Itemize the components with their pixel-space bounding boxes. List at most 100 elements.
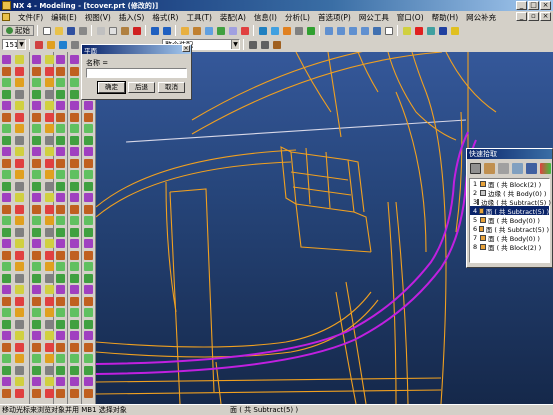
tool-icon[interactable]: [70, 55, 79, 64]
tool-icon[interactable]: [45, 388, 54, 398]
fit-icon[interactable]: [257, 25, 268, 36]
tool-icon[interactable]: [32, 273, 41, 283]
tool-icon[interactable]: [32, 342, 41, 352]
tool-icon[interactable]: [2, 147, 11, 156]
tool-icon[interactable]: [45, 319, 54, 329]
tool-icon[interactable]: [84, 147, 93, 156]
tool-icon[interactable]: [2, 273, 11, 283]
new-icon[interactable]: [41, 25, 52, 36]
tool-icon[interactable]: [32, 319, 41, 329]
tool-icon[interactable]: [70, 170, 79, 179]
tool-icon[interactable]: [45, 342, 54, 352]
tool-icon[interactable]: [84, 331, 93, 340]
tool-icon[interactable]: [70, 331, 79, 340]
tool-icon[interactable]: [15, 354, 24, 363]
tool-icon[interactable]: [15, 55, 24, 64]
tool-icon[interactable]: [70, 296, 79, 306]
tool-icon[interactable]: [84, 285, 93, 294]
tool-icon[interactable]: [84, 112, 93, 122]
tool-icon[interactable]: [32, 308, 41, 317]
tool-icon[interactable]: [45, 250, 54, 260]
tool-icon[interactable]: [2, 158, 11, 168]
tool-icon[interactable]: [56, 147, 65, 156]
wireframe-icon[interactable]: [383, 25, 394, 36]
tool-icon[interactable]: [32, 262, 41, 271]
tool-icon[interactable]: [2, 262, 11, 271]
sketch-icon[interactable]: [179, 25, 190, 36]
tool-icon[interactable]: [2, 365, 11, 375]
tool-icon[interactable]: [84, 204, 93, 214]
tool-icon[interactable]: [70, 147, 79, 156]
tool-icon[interactable]: [70, 262, 79, 271]
menu-file[interactable]: 文件(F): [14, 12, 47, 23]
save-icon[interactable]: [65, 25, 76, 36]
menu-wanggong-extra[interactable]: 网公补充: [462, 12, 500, 23]
tool-icon[interactable]: [70, 227, 79, 237]
tool-icon[interactable]: [56, 55, 65, 64]
tool-icon[interactable]: [15, 365, 24, 375]
tool-icon[interactable]: [45, 354, 54, 363]
tool-icon[interactable]: [70, 158, 79, 168]
quick-pick-list[interactable]: 1面 ( 共 Block(2) ) 2 边缘 ( 共 Body(0) ) 3 边缘 …: [469, 178, 551, 263]
tool-icon[interactable]: [45, 55, 54, 64]
pan-icon[interactable]: [293, 25, 304, 36]
tool-icon[interactable]: [32, 124, 41, 133]
tool-icon[interactable]: [45, 331, 54, 340]
tool-icon[interactable]: [56, 319, 65, 329]
tool-icon[interactable]: [32, 365, 41, 375]
paste-icon[interactable]: [119, 25, 130, 36]
tool-icon[interactable]: [2, 239, 11, 248]
tool-icon[interactable]: [32, 170, 41, 179]
menu-edit[interactable]: 编辑(E): [47, 12, 81, 23]
tool-icon[interactable]: [84, 250, 93, 260]
tool-icon[interactable]: [2, 308, 11, 317]
tool-icon[interactable]: [2, 170, 11, 179]
tool-icon[interactable]: [45, 112, 54, 122]
tool-icon[interactable]: [84, 239, 93, 248]
select-all-icon[interactable]: [33, 39, 44, 50]
view-front-icon[interactable]: [323, 25, 334, 36]
tool-icon[interactable]: [84, 262, 93, 271]
tool-icon[interactable]: [32, 55, 41, 64]
tool-icon[interactable]: [56, 66, 65, 76]
doc-restore-button[interactable]: ▫: [528, 12, 539, 21]
tool-icon[interactable]: [70, 239, 79, 248]
tool-icon[interactable]: [32, 193, 41, 202]
tool-icon[interactable]: [84, 135, 93, 145]
tool-icon[interactable]: [32, 204, 41, 214]
doc-close-button[interactable]: ×: [540, 12, 551, 21]
tool-icon[interactable]: [2, 204, 11, 214]
tool-icon[interactable]: [45, 101, 54, 110]
tool-icon[interactable]: [84, 319, 93, 329]
close-button[interactable]: ×: [540, 1, 551, 10]
tool-icon[interactable]: [2, 227, 11, 237]
pick-body-icon[interactable]: [483, 161, 496, 176]
tool-icon[interactable]: [32, 296, 41, 306]
tool-icon[interactable]: [2, 250, 11, 260]
tool-icon[interactable]: [70, 342, 79, 352]
pick-color-icon[interactable]: [539, 161, 552, 176]
document-icon[interactable]: [2, 13, 10, 21]
delete-icon[interactable]: [131, 25, 142, 36]
tool-icon[interactable]: [2, 135, 11, 145]
tool-icon[interactable]: [70, 388, 79, 398]
tool-icon[interactable]: [15, 227, 24, 237]
menu-preferences[interactable]: 首选项(P): [314, 12, 355, 23]
tool-icon[interactable]: [70, 135, 79, 145]
menu-help[interactable]: 帮助(H): [428, 12, 463, 23]
tool-icon[interactable]: [56, 331, 65, 340]
start-button[interactable]: 起始: [2, 25, 34, 36]
view-top-icon[interactable]: [335, 25, 346, 36]
tool-icon[interactable]: [45, 377, 54, 386]
name-input[interactable]: [86, 68, 187, 78]
tool-icon[interactable]: [45, 285, 54, 294]
pick-component-icon[interactable]: [525, 161, 538, 176]
minimize-button[interactable]: _: [516, 1, 527, 10]
tool-icon[interactable]: [32, 101, 41, 110]
view-iso-icon[interactable]: [347, 25, 358, 36]
select-face-icon[interactable]: [45, 39, 56, 50]
tool-icon[interactable]: [45, 78, 54, 87]
tool-icon[interactable]: [56, 112, 65, 122]
tool-icon[interactable]: [45, 66, 54, 76]
tool-icon[interactable]: [15, 204, 24, 214]
